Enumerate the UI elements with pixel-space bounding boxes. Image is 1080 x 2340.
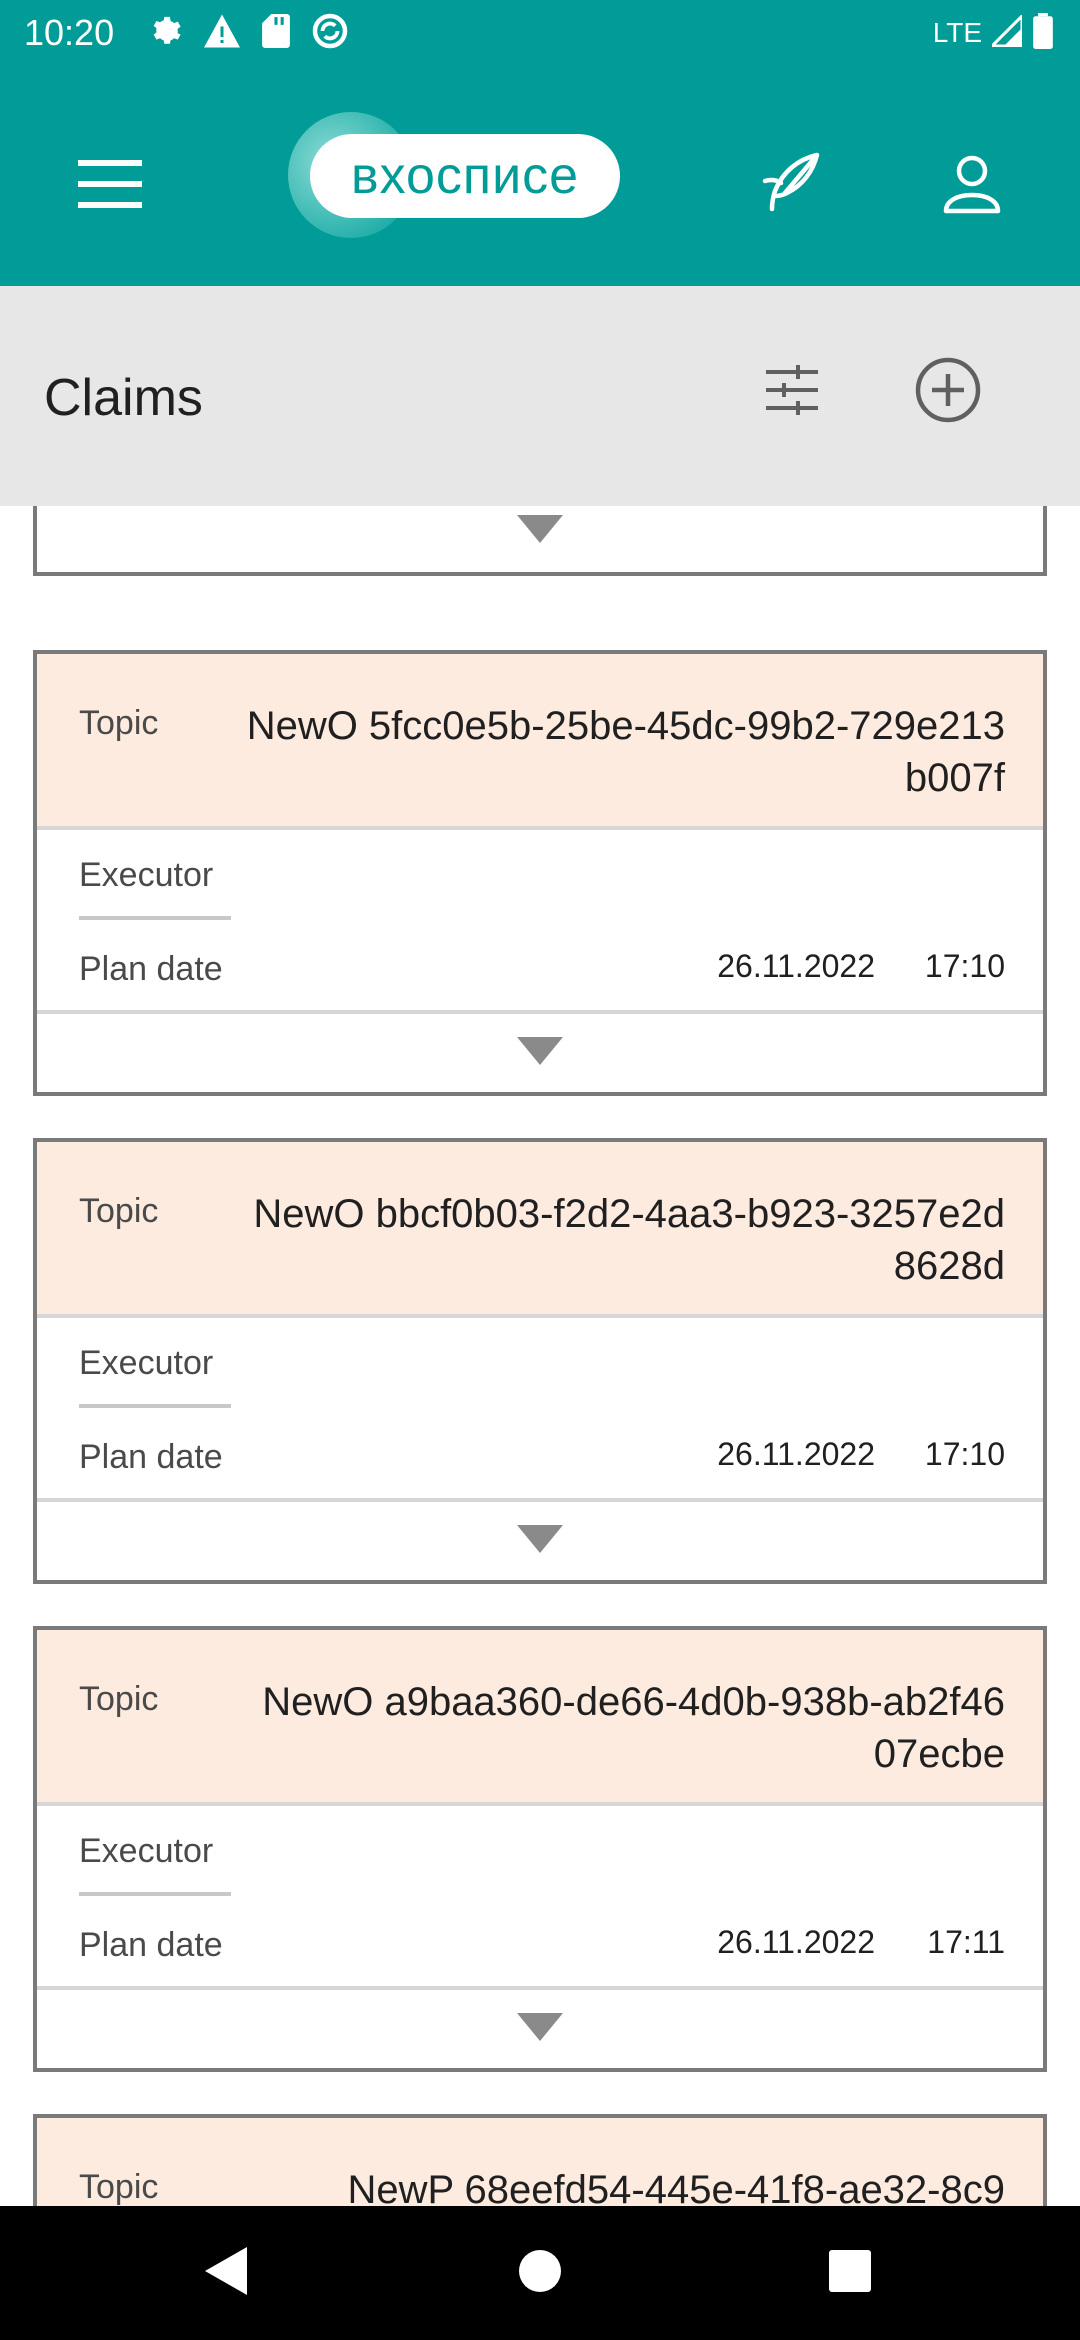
- recents-icon: [829, 2249, 871, 2297]
- topic-value: NewO 5fcc0e5b-25be-45dc-99b2-729e213b007…: [246, 704, 1005, 800]
- card-topic: Topic NewO a9baa360-de66-4d0b-938b-ab2f4…: [37, 1630, 1043, 1806]
- topic-label: Topic: [79, 704, 159, 742]
- chevron-down-icon: [517, 1524, 563, 1558]
- executor-label: Executor: [79, 1832, 214, 1870]
- logo-text: вхосписе: [310, 134, 620, 218]
- plan-date-label: Plan date: [79, 1438, 223, 1476]
- recents-button[interactable]: [815, 2238, 885, 2308]
- status-icons-left: [148, 13, 348, 54]
- menu-button[interactable]: [70, 146, 150, 226]
- plan-date: 26.11.2022: [717, 1924, 875, 1960]
- app-bar: вхосписе: [0, 66, 1080, 286]
- vpn-icon: [312, 13, 348, 54]
- topic-value: NewO a9baa360-de66-4d0b-938b-ab2f4607ecb…: [262, 1680, 1005, 1776]
- plan-date-label: Plan date: [79, 950, 223, 988]
- plan-time: 17:10: [924, 1436, 1005, 1472]
- status-time: 10:20: [24, 12, 115, 53]
- sd-card-icon: [262, 13, 290, 53]
- back-icon: [203, 2246, 247, 2300]
- page-title: Claims: [44, 369, 203, 427]
- card-topic: Topic NewP 68eefd54-445e-41f8-ae32-8c9: [37, 2118, 1043, 2206]
- warning-icon: [204, 14, 240, 53]
- our-mission-button[interactable]: [752, 144, 836, 228]
- claim-card[interactable]: Topic NewO a9baa360-de66-4d0b-938b-ab2f4…: [33, 1626, 1047, 2072]
- plan-date: 26.11.2022: [717, 948, 875, 984]
- status-bar: 10:20 LTE: [0, 0, 1080, 66]
- topic-label: Topic: [79, 1192, 159, 1230]
- menu-icon: [78, 158, 142, 215]
- topic-value: NewP 68eefd54-445e-41f8-ae32-8c9: [347, 2168, 1005, 2206]
- status-icons-right: LTE: [932, 11, 1054, 54]
- topic-label: Topic: [79, 1680, 159, 1718]
- executor-value: [79, 1892, 231, 1896]
- claim-card[interactable]: Topic NewP 68eefd54-445e-41f8-ae32-8c9: [33, 2114, 1047, 2206]
- topic-label: Topic: [79, 2168, 159, 2206]
- plan-date: 26.11.2022: [717, 1436, 875, 1472]
- executor-label: Executor: [79, 1344, 214, 1382]
- card-topic: Topic NewO bbcf0b03-f2d2-4aa3-b923-3257e…: [37, 1142, 1043, 1318]
- add-claim-button[interactable]: [906, 350, 990, 434]
- executor-label: Executor: [79, 856, 214, 894]
- network-type: LTE: [932, 17, 982, 48]
- add-circle-icon: [915, 357, 981, 428]
- profile-button[interactable]: [930, 144, 1014, 228]
- chevron-down-icon: [517, 514, 563, 548]
- executor-value: [79, 916, 231, 920]
- battery-icon: [1032, 12, 1054, 54]
- chevron-down-icon: [517, 2012, 563, 2046]
- card-body: Executor Plan date 26.11.2022 17:10: [37, 1318, 1043, 1502]
- claims-list[interactable]: Topic NewO 5fcc0e5b-25be-45dc-99b2-729e2…: [0, 506, 1080, 2206]
- settings-icon: [148, 14, 182, 53]
- executor-value: [79, 1404, 231, 1408]
- plan-time: 17:11: [927, 1924, 1005, 1960]
- card-topic: Topic NewO 5fcc0e5b-25be-45dc-99b2-729e2…: [37, 654, 1043, 830]
- plan-date-label: Plan date: [79, 1926, 223, 1964]
- claim-card[interactable]: Topic NewO bbcf0b03-f2d2-4aa3-b923-3257e…: [33, 1138, 1047, 1584]
- profile-icon: [941, 153, 1003, 220]
- back-button[interactable]: [190, 2238, 260, 2308]
- claim-card[interactable]: Topic NewO 5fcc0e5b-25be-45dc-99b2-729e2…: [33, 650, 1047, 1096]
- plan-time: 17:10: [924, 948, 1005, 984]
- card-body: Executor Plan date 26.11.2022 17:11: [37, 1806, 1043, 1990]
- expand-button[interactable]: [37, 1990, 1043, 2068]
- expand-button[interactable]: [37, 1014, 1043, 1092]
- filter-icon: [764, 362, 820, 423]
- app-logo: вхосписе: [288, 112, 620, 238]
- title-bar: Claims: [0, 286, 1080, 506]
- expand-button[interactable]: [37, 506, 1043, 570]
- expand-button[interactable]: [37, 1502, 1043, 1580]
- signal-icon: [988, 11, 1024, 52]
- feather-icon: [761, 151, 827, 222]
- system-nav-bar: [0, 2206, 1080, 2340]
- home-icon: [517, 2248, 563, 2299]
- filter-button[interactable]: [752, 352, 832, 432]
- topic-value: NewO bbcf0b03-f2d2-4aa3-b923-3257e2d8628…: [253, 1192, 1005, 1288]
- chevron-down-icon: [517, 1036, 563, 1070]
- card-body: Executor Plan date 26.11.2022 17:10: [37, 830, 1043, 1014]
- claim-card-partial-top: [33, 506, 1047, 576]
- home-button[interactable]: [505, 2238, 575, 2308]
